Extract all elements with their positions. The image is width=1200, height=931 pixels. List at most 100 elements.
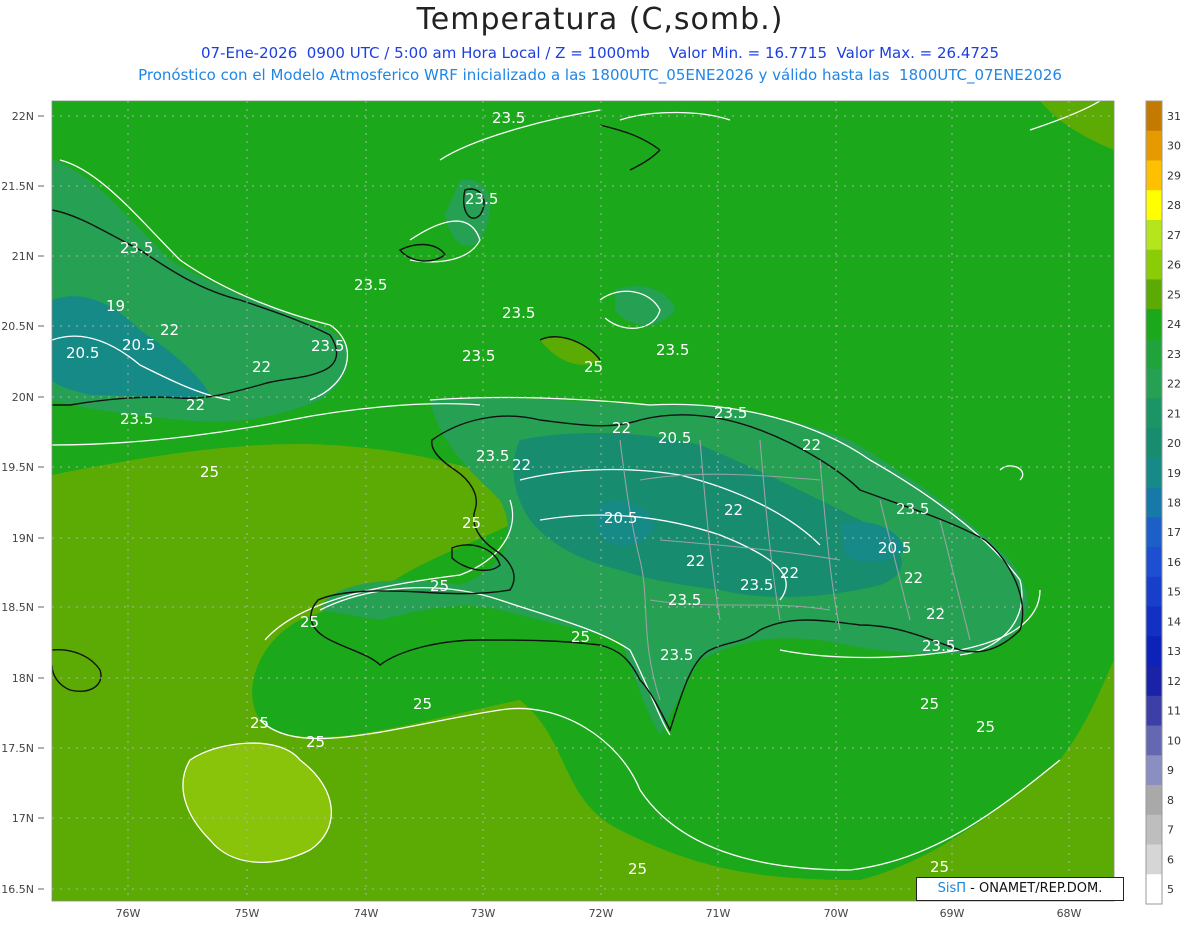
colorbar-label: 12 <box>1167 675 1181 688</box>
color-scale-bar: 31 30 29 28 27 26 25 24 23 22 21 20 19 18 17 16 15 14 13 12… <box>1145 100 1181 905</box>
colorbar-label: 21 <box>1167 407 1181 420</box>
contour-label: 25 <box>920 695 939 713</box>
colorbar-label: 10 <box>1167 734 1181 747</box>
colorbar-label: 28 <box>1167 199 1181 212</box>
colorbar-label: 17 <box>1167 526 1181 539</box>
contour-label: 20.5 <box>878 539 911 557</box>
colorbar-swatch <box>1146 190 1162 221</box>
lat-label: 20.5N <box>1 320 34 333</box>
colorbar-swatch <box>1146 874 1162 905</box>
colorbar-label: 14 <box>1167 615 1181 628</box>
colorbar-label: 15 <box>1167 586 1181 599</box>
colorbar-swatch <box>1146 457 1162 489</box>
lat-label: 20N <box>12 391 34 404</box>
colorbar-swatch <box>1146 576 1162 608</box>
contour-label: 25 <box>462 514 481 532</box>
sispi-logo: SisΠ <box>937 881 967 896</box>
contour-label: 23.5 <box>476 447 509 465</box>
colorbar-label: 13 <box>1167 645 1181 658</box>
contour-label: 22 <box>252 358 271 376</box>
colorbar-label: 25 <box>1167 288 1181 301</box>
lat-label: 18N <box>12 672 34 685</box>
contour-label: 22 <box>904 569 923 587</box>
colorbar-label: 16 <box>1167 556 1181 569</box>
latitude-axis: 22N 21.5N 21N 20.5N 20N 19.5N 19N 18.5N … <box>1 110 34 896</box>
colorbar-label: 31 <box>1167 110 1181 123</box>
colorbar-label: 6 <box>1167 853 1174 866</box>
colorbar-label: 26 <box>1167 259 1181 272</box>
colorbar-swatch <box>1146 219 1162 251</box>
colorbar-swatch <box>1146 695 1162 727</box>
colorbar-label: 22 <box>1167 378 1181 391</box>
colorbar-swatch <box>1146 249 1162 280</box>
colorbar-swatch <box>1146 487 1162 518</box>
colorbar-swatch <box>1146 814 1162 846</box>
lat-label: 19N <box>12 532 34 545</box>
lat-label: 18.5N <box>1 601 34 614</box>
colorbar-swatch <box>1146 606 1162 637</box>
contour-label: 23.5 <box>354 276 387 294</box>
contour-label: 23.5 <box>668 591 701 609</box>
contour-label: 23.5 <box>660 646 693 664</box>
contour-label: 25 <box>250 714 269 732</box>
lon-label: 73W <box>471 907 496 920</box>
contour-label: 23.5 <box>492 109 525 127</box>
contour-label: 25 <box>413 695 432 713</box>
contour-label: 23.5 <box>896 500 929 518</box>
contour-label: 25 <box>976 718 995 736</box>
contour-label: 22 <box>686 552 705 570</box>
contour-label: 22 <box>926 605 945 623</box>
valid-time-line: 07-Ene-2026 0900 UTC / 5:00 am Hora Loca… <box>200 44 1000 62</box>
colorbar-label: 20 <box>1167 437 1181 450</box>
contour-label: 23.5 <box>656 341 689 359</box>
contour-label: 25 <box>628 860 647 878</box>
contour-label: 25 <box>306 733 325 751</box>
lon-label: 71W <box>706 907 731 920</box>
colorbar-swatch <box>1146 338 1162 370</box>
credit-box: SisΠ - ONAMET/REP.DOM. <box>916 877 1124 901</box>
contour-label: 20.5 <box>658 429 691 447</box>
lat-label: 22N <box>12 110 34 123</box>
map-area: 23.5 23.5 23.5 23.5 23.5 23.5 23.5 23.5 … <box>0 90 1200 927</box>
contour-label: 22 <box>802 436 821 454</box>
lon-label: 74W <box>354 907 379 920</box>
contour-label: 23.5 <box>714 404 747 422</box>
model-info-line: Pronóstico con el Modelo Atmosferico WRF… <box>138 66 1062 84</box>
colorbar-swatch <box>1146 785 1162 816</box>
contour-label: 19 <box>106 297 125 315</box>
lon-label: 69W <box>940 907 965 920</box>
colorbar-swatch <box>1146 547 1162 578</box>
colorbar-swatch <box>1146 517 1162 548</box>
lon-label: 76W <box>116 907 141 920</box>
contour-label: 22 <box>724 501 743 519</box>
contour-label: 23.5 <box>502 304 535 322</box>
longitude-axis: 76W 75W 74W 73W 72W 71W 70W 69W 68W <box>116 907 1082 920</box>
contour-label: 23.5 <box>311 337 344 355</box>
colorbar-swatch <box>1146 755 1162 786</box>
colorbar-swatch <box>1146 725 1162 756</box>
credit-text: - ONAMET/REP.DOM. <box>970 881 1103 896</box>
colorbar-label: 24 <box>1167 318 1181 331</box>
colorbar-swatch <box>1146 368 1162 399</box>
contour-label: 22 <box>512 456 531 474</box>
lat-label: 17N <box>12 812 34 825</box>
contour-label: 20.5 <box>122 336 155 354</box>
colorbar-label: 19 <box>1167 467 1181 480</box>
contour-label: 20.5 <box>604 509 637 527</box>
contour-label: 25 <box>584 358 603 376</box>
colorbar-swatch <box>1146 130 1162 161</box>
colorbar-swatch <box>1146 666 1162 697</box>
contour-label: 23.5 <box>740 576 773 594</box>
contour-label: 25 <box>571 628 590 646</box>
colorbar-label: 7 <box>1167 824 1174 837</box>
contour-label: 25 <box>930 858 949 876</box>
colorbar-swatch <box>1146 160 1162 191</box>
lat-label: 21.5N <box>1 180 34 193</box>
colorbar-swatch <box>1146 101 1162 132</box>
lat-label: 17.5N <box>1 742 34 755</box>
temperature-map: 23.5 23.5 23.5 23.5 23.5 23.5 23.5 23.5 … <box>1 100 1181 920</box>
colorbar-label: 29 <box>1167 169 1181 182</box>
colorbar-swatch <box>1146 279 1162 310</box>
contour-label: 23.5 <box>922 637 955 655</box>
colorbar-swatch <box>1146 398 1162 429</box>
